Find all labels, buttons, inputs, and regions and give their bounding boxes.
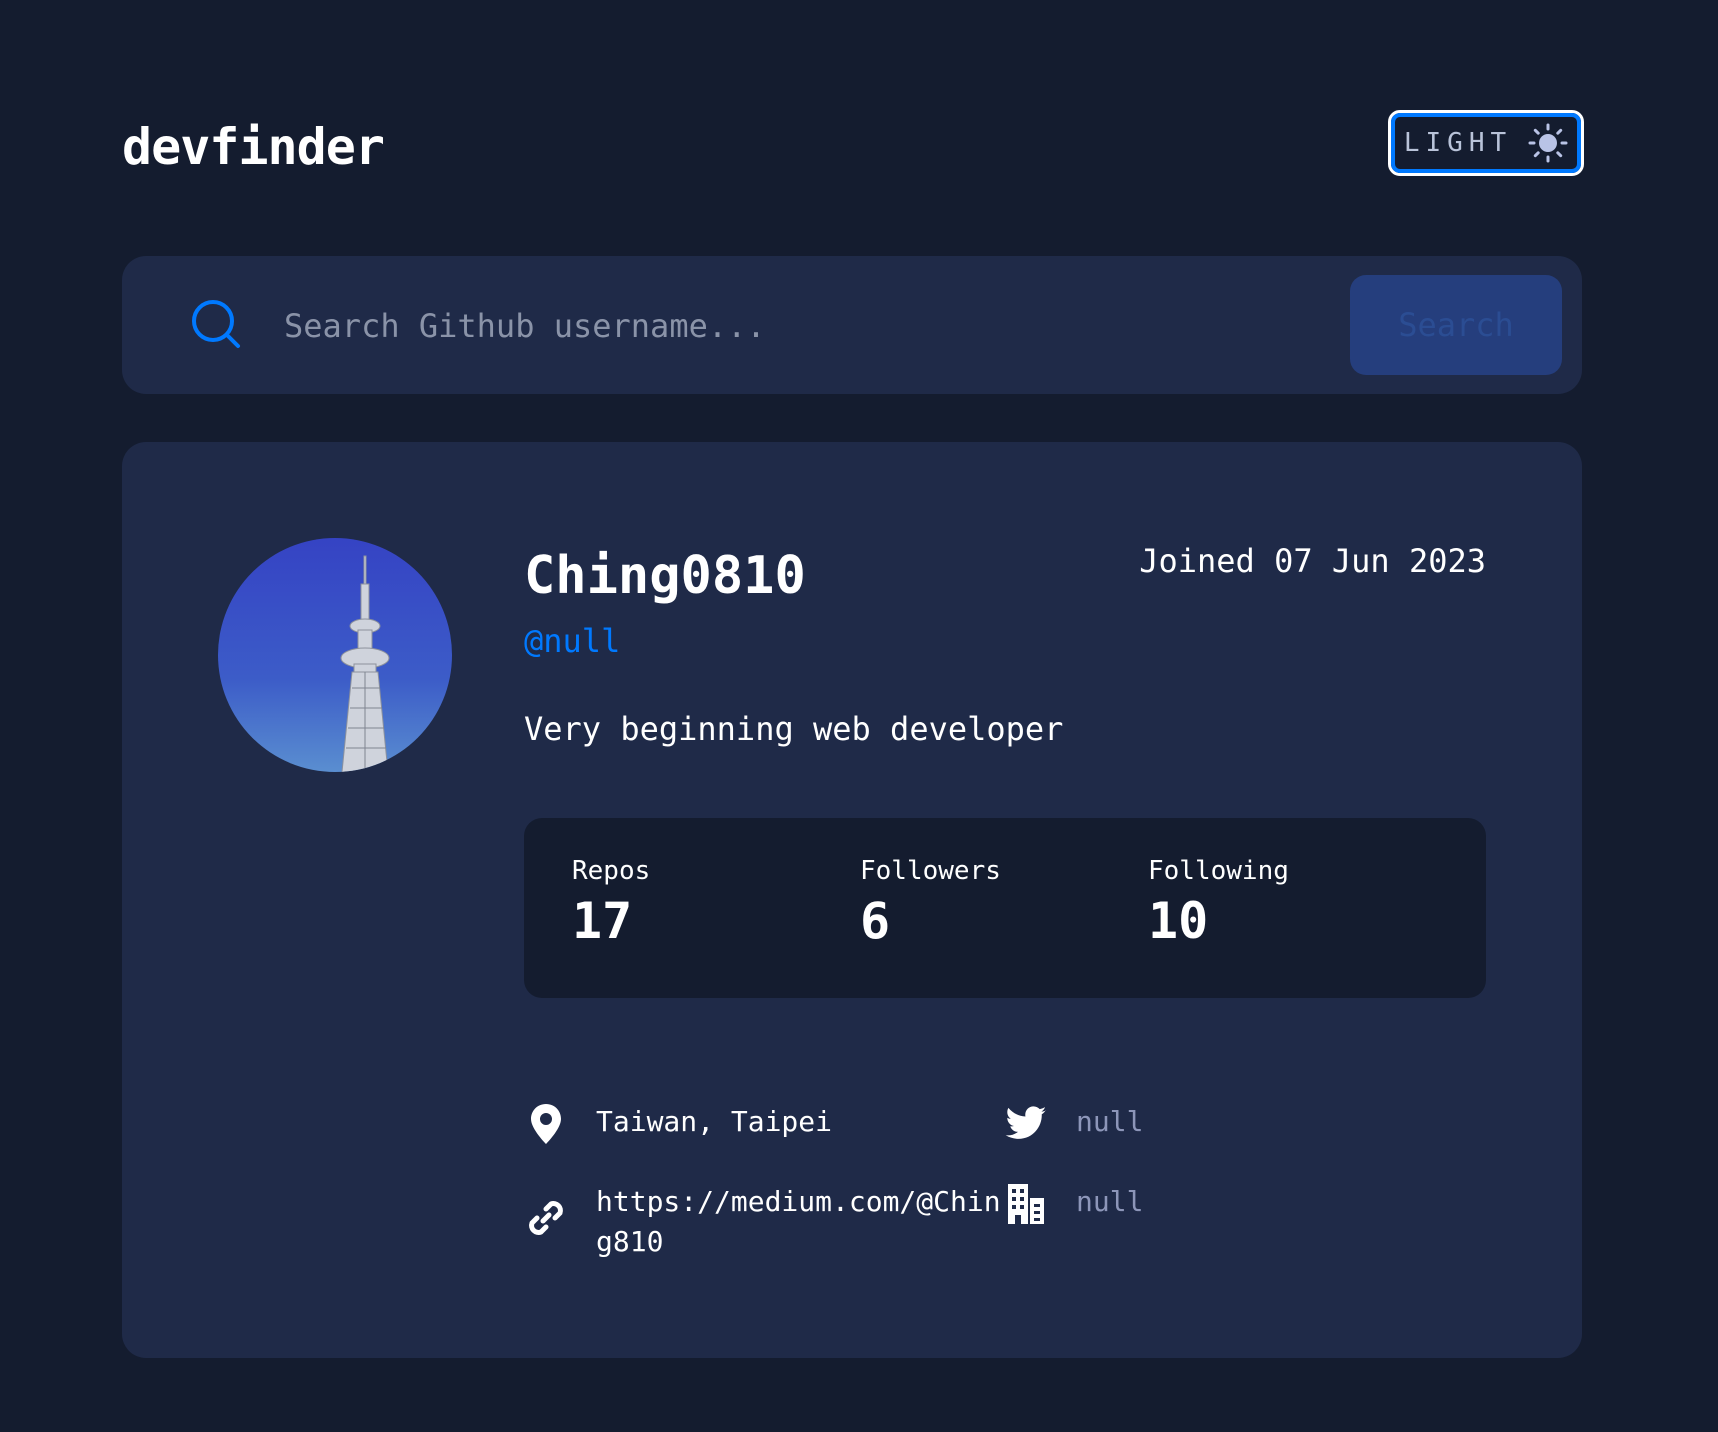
twitter-row: null <box>1004 1102 1143 1146</box>
search-icon <box>192 300 240 348</box>
stat-label: Followers <box>860 856 1001 886</box>
link-icon <box>529 1201 563 1235</box>
twitter-icon <box>1005 1106 1047 1139</box>
app-logo: devfinder <box>122 118 385 176</box>
stat-followers: Followers 6 <box>860 856 1001 950</box>
stat-value: 6 <box>860 892 891 950</box>
website-row: https://medium.com/@Ching810 <box>524 1182 1006 1262</box>
profile-bio: Very beginning web developer <box>524 710 1064 748</box>
search-bar: Search <box>122 256 1582 394</box>
theme-toggle-button[interactable]: LIGHT <box>1388 110 1584 176</box>
theme-toggle-label: LIGHT <box>1403 128 1513 158</box>
search-button[interactable]: Search <box>1350 275 1562 375</box>
stat-following: Following 10 <box>1148 856 1289 950</box>
stats-panel: Repos 17 Followers 6 Following 10 <box>524 818 1486 998</box>
profile-name: Ching0810 <box>524 546 806 606</box>
location-text: Taiwan, Taipei <box>596 1105 833 1138</box>
stat-label: Repos <box>572 856 651 886</box>
location-row: Taiwan, Taipei <box>524 1102 832 1146</box>
company-text: null <box>1076 1185 1144 1218</box>
twitter-text: null <box>1076 1105 1144 1138</box>
sun-icon <box>1528 123 1568 163</box>
stat-repos: Repos 17 <box>572 856 650 950</box>
profile-handle-link[interactable]: @null <box>524 622 620 660</box>
profile-card: Ching0810 Joined 07 Jun 2023 @null Very … <box>122 442 1582 1358</box>
avatar <box>218 538 452 772</box>
stat-value: 17 <box>572 892 633 950</box>
company-row: null <box>1004 1182 1143 1226</box>
header: devfinder LIGHT <box>122 110 1584 182</box>
joined-date: Joined 07 Jun 2023 <box>1139 542 1486 580</box>
website-link[interactable]: https://medium.com/@Ching810 <box>596 1182 1006 1262</box>
location-pin-icon <box>531 1104 561 1144</box>
stat-label: Following <box>1148 856 1289 886</box>
stat-value: 10 <box>1148 892 1209 950</box>
building-icon <box>1008 1184 1044 1224</box>
search-input[interactable] <box>282 296 1286 356</box>
